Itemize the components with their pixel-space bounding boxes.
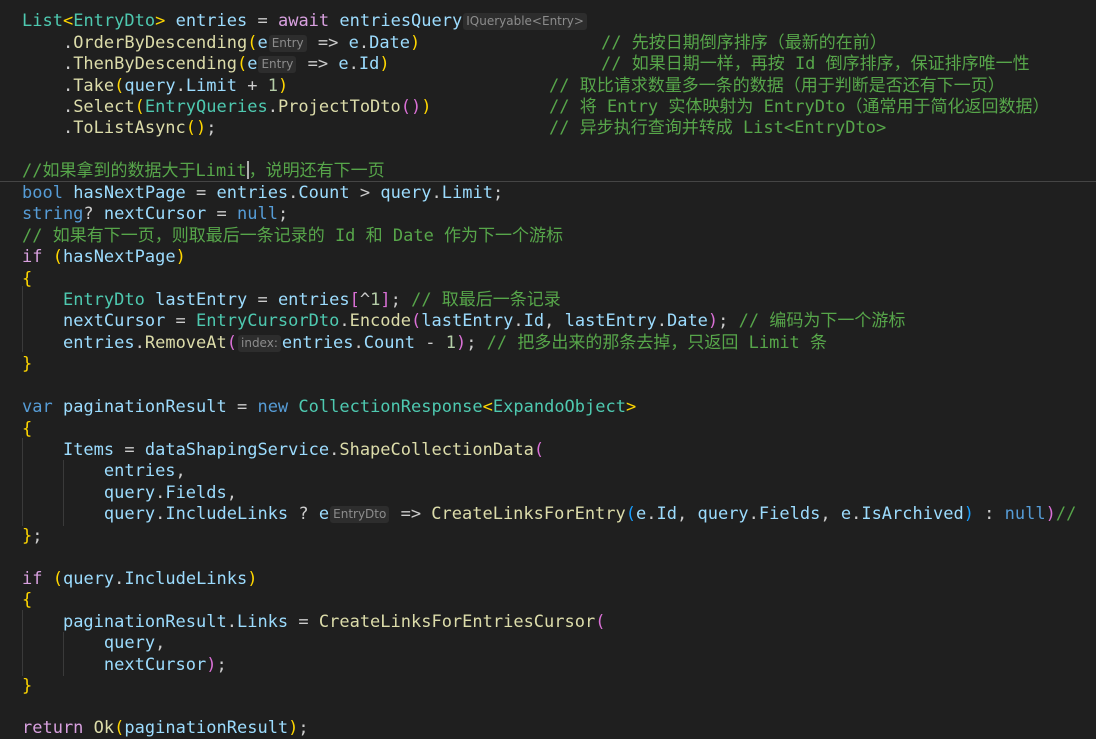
code-comment: // — [1055, 504, 1077, 524]
code-line: string? nextCursor = null; — [22, 204, 289, 224]
code-comment: // 编码为下一个游标 — [738, 311, 906, 331]
inlay-type-hint: Entry — [258, 56, 297, 73]
code-line: nextCursor); — [103, 655, 227, 675]
code-line: nextCursor = EntryCursorDto.Encode(lastE… — [62, 311, 906, 331]
code-line: query.IncludeLinks ? e EntryDto => Create… — [103, 504, 1077, 524]
code-line: .Select(EntryQueries.ProjectToDto()) // … — [22, 97, 1050, 117]
code-line: //如果拿到的数据大于Limit ，说明还有下一页 — [0, 160, 1096, 182]
inlay-type-hint: IQueryable<Entry> — [463, 13, 587, 30]
code-comment: // 把多出来的那条去掉，只返回 Limit 条 — [486, 333, 828, 353]
code-comment: // 如果日期一样，再按 Id 倒序排序，保证排序唯一性 — [601, 54, 1030, 74]
code-line: return Ok(paginationResult); — [22, 718, 309, 738]
inlay-parameter-hint: index: — [238, 335, 281, 352]
code-comment: // 先按日期倒序排序（最新的在前） — [601, 33, 887, 53]
code-line: paginationResult.Links = CreateLinksForE… — [62, 612, 606, 632]
code-line: } — [22, 354, 33, 374]
code-comment: // 如果有下一页，则取最后一条记录的 Id 和 Date 作为下一个游标 — [22, 226, 564, 246]
code-line: .ToListAsync(); // 异步执行查询并转成 List<EntryD… — [22, 118, 887, 138]
code-editor[interactable]: List<EntryDto> entries = await entriesQu… — [0, 0, 1096, 739]
code-line: if (query.IncludeLinks) — [22, 569, 258, 589]
code-comment: // 取最后一条记录 — [411, 290, 561, 310]
code-comment: // 异步执行查询并转成 List<EntryDto> — [549, 118, 887, 138]
code-line: var paginationResult = new CollectionRes… — [22, 397, 637, 417]
code-line: }; — [22, 526, 43, 546]
code-line: { — [22, 419, 33, 439]
code-line: Items = dataShapingService.ShapeCollecti… — [62, 440, 545, 460]
code-line: bool hasNextPage = entries.Count > query… — [22, 183, 504, 203]
inlay-type-hint: EntryDto — [330, 506, 390, 523]
inlay-type-hint: Entry — [268, 35, 307, 52]
code-line: { — [22, 269, 33, 289]
code-line: entries.RemoveAt(index: entries.Count - 1… — [62, 333, 828, 353]
code-line: EntryDto lastEntry = entries[^1]; // 取最后… — [62, 290, 561, 310]
code-line: entries, — [103, 461, 186, 481]
code-line: query.Fields, — [103, 483, 237, 503]
code-line: { — [22, 590, 33, 610]
code-line: if (hasNextPage) — [22, 247, 186, 267]
code-comment: // 取比请求数量多一条的数据（用于判断是否还有下一页） — [549, 76, 1005, 96]
code-line: .OrderByDescending(e Entry => e.Date) // … — [22, 33, 887, 53]
code-comment: ，说明还有下一页 — [248, 161, 385, 181]
code-line: .ThenByDescending(e Entry => e.Id) // 如果日… — [22, 54, 1030, 74]
code-line: List<EntryDto> entries = await entriesQu… — [0, 10, 1096, 32]
code-line: // 如果有下一页，则取最后一条记录的 Id 和 Date 作为下一个游标 — [0, 225, 1096, 247]
code-line: } — [22, 676, 33, 696]
code-line: .Take(query.Limit + 1) // 取比请求数量多一条的数据（用… — [22, 76, 1005, 96]
code-comment: // 将 Entry 实体映射为 EntryDto（通常用于简化返回数据） — [549, 97, 1050, 117]
code-line: query, — [103, 633, 166, 653]
code-comment: //如果拿到的数据大于Limit — [22, 161, 247, 181]
